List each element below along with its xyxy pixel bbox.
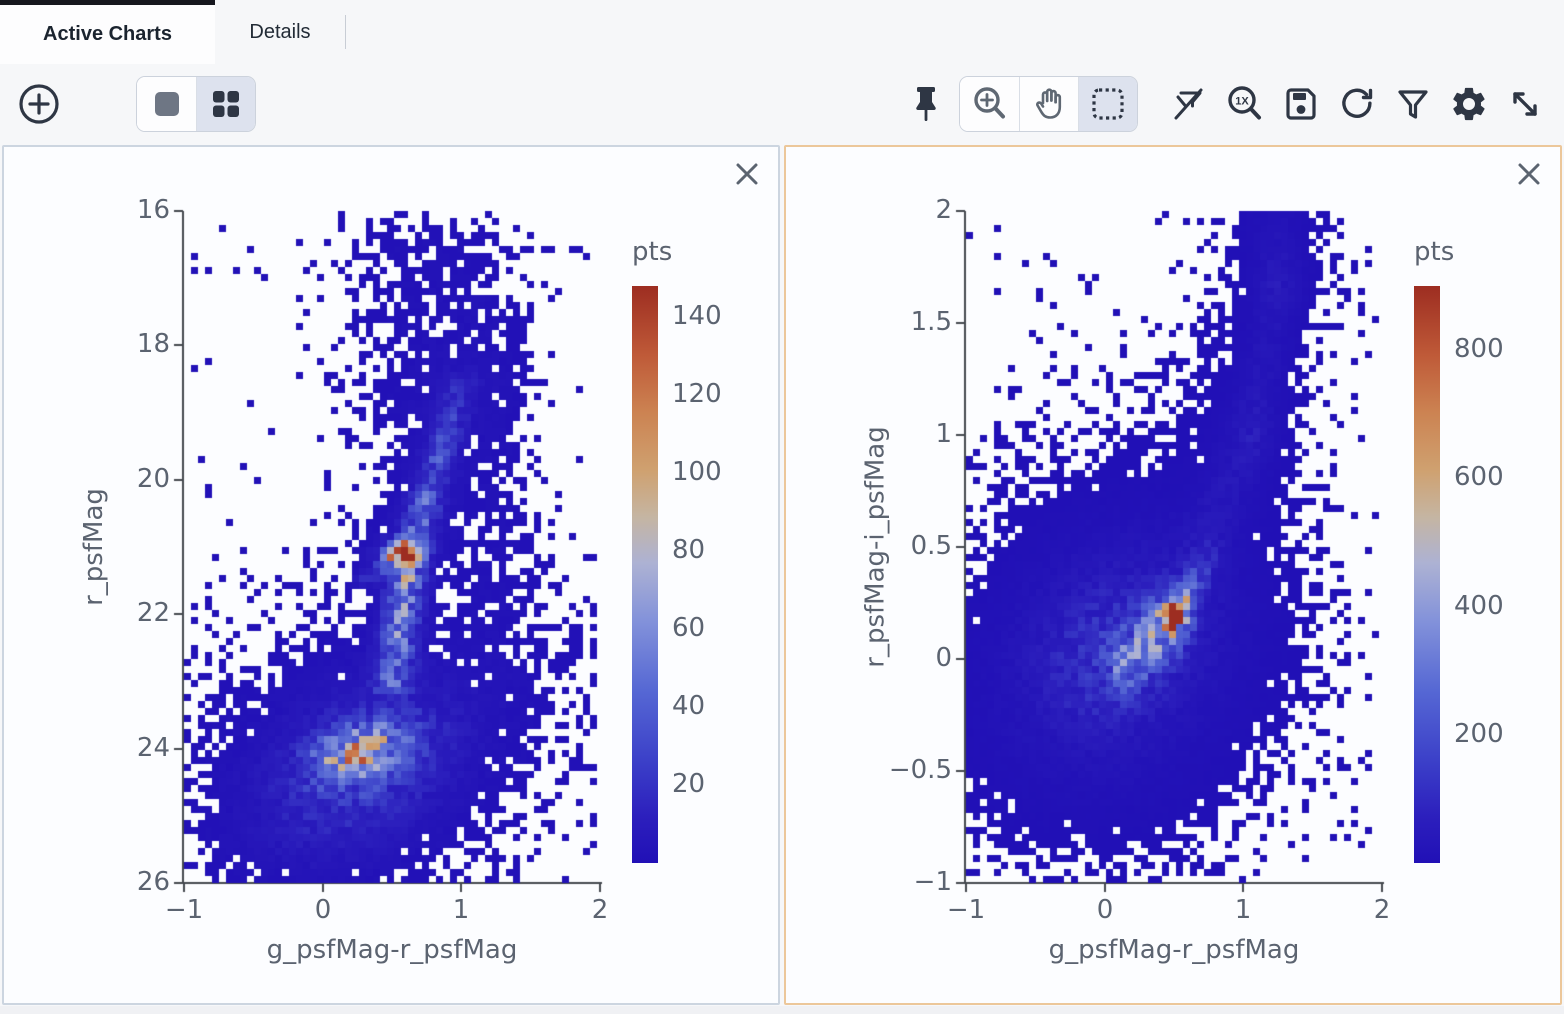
reset-button[interactable] (1334, 81, 1380, 127)
colorbar-tick-label: 120 (672, 379, 722, 409)
y-tick-label: 0.5 (862, 531, 952, 561)
colorbar-tick-label: 400 (1454, 591, 1504, 621)
box-select-button[interactable] (1078, 77, 1137, 131)
y-tick-label: 20 (80, 464, 170, 494)
toolbar: 1X (0, 64, 1564, 144)
bottom-strip (0, 1006, 1564, 1014)
filter-icon (1394, 84, 1432, 124)
layout-toggle-group (136, 76, 256, 132)
tab-details[interactable]: Details (215, 0, 345, 64)
colorbar-tick-label: 800 (1454, 334, 1504, 364)
y-tick-label: 18 (80, 329, 170, 359)
circle-plus-icon (18, 83, 60, 125)
tab-active-charts[interactable]: Active Charts (0, 0, 215, 64)
close-icon (733, 160, 761, 188)
x-tick-label: −1 (921, 895, 1011, 925)
chart-panel: r_psfMag-i_psfMag g_psfMag-r_psfMag pts … (784, 145, 1562, 1005)
toolbar-right: 1X (903, 76, 1548, 132)
colorbar (632, 286, 658, 863)
settings-icon (1449, 84, 1489, 124)
save-icon (1281, 84, 1321, 124)
y-tick-label: 2 (862, 195, 952, 225)
y-tick-label: −0.5 (862, 755, 952, 785)
y-tick-label: 1.5 (862, 307, 952, 337)
pan-button[interactable] (1019, 77, 1078, 131)
single-pane-button[interactable] (137, 77, 196, 131)
nav-tool-group (959, 76, 1138, 132)
x-tick-label: 0 (1060, 895, 1150, 925)
resize-diagonal-icon (1506, 85, 1544, 123)
x-tick-label: 0 (278, 895, 368, 925)
y-tick-label: 16 (80, 195, 170, 225)
resize-button[interactable] (1502, 81, 1548, 127)
colorbar-tick-label: 20 (672, 769, 705, 799)
x-axis-label: g_psfMag-r_psfMag (184, 935, 600, 965)
zoom-in-icon (971, 85, 1009, 123)
tab-separator (345, 15, 346, 49)
x-tick-label: 1 (1198, 895, 1288, 925)
colorbar-tick-label: 80 (672, 535, 705, 565)
colorbar (1414, 286, 1440, 863)
x-tick-label: −1 (139, 895, 229, 925)
x-tick-label: 2 (1337, 895, 1427, 925)
settings-button[interactable] (1446, 81, 1492, 127)
colorbar-tick-label: 60 (672, 613, 705, 643)
chart-panels: r_psfMag g_psfMag-r_psfMag pts 161820222… (2, 145, 1562, 1005)
colorbar-tick-label: 600 (1454, 462, 1504, 492)
save-button[interactable] (1278, 81, 1324, 127)
filter-button[interactable] (1390, 81, 1436, 127)
close-icon (1515, 160, 1543, 188)
zoom-reset-button[interactable]: 1X (1222, 81, 1268, 127)
y-axis-label: r_psfMag (79, 488, 109, 606)
colorbar-title: pts (1414, 237, 1454, 267)
y-tick-label: 26 (80, 867, 170, 897)
close-button[interactable] (730, 157, 764, 191)
colorbar-tick-label: 40 (672, 691, 705, 721)
chart-panel: r_psfMag g_psfMag-r_psfMag pts 161820222… (2, 145, 780, 1005)
filter-off-button[interactable] (1166, 81, 1212, 127)
pan-hand-icon (1030, 85, 1068, 123)
colorbar-tick-label: 100 (672, 457, 722, 487)
zoom-reset-1x-icon: 1X (1225, 84, 1265, 124)
single-pane-icon (152, 89, 182, 119)
colorbar-title: pts (632, 237, 672, 267)
y-tick-label: 24 (80, 733, 170, 763)
filter-off-icon (1169, 84, 1209, 124)
y-tick-label: 1 (862, 419, 952, 449)
close-button[interactable] (1512, 157, 1546, 191)
svg-text:1X: 1X (1235, 96, 1249, 108)
grid-view-button[interactable] (196, 77, 255, 131)
y-tick-label: −1 (862, 867, 952, 897)
x-tick-label: 2 (555, 895, 645, 925)
zoom-in-button[interactable] (960, 77, 1019, 131)
pin-button[interactable] (903, 81, 949, 127)
reset-icon (1337, 84, 1377, 124)
grid-2x2-icon (211, 89, 241, 119)
colorbar-tick-label: 140 (672, 301, 722, 331)
y-tick-label: 0 (862, 643, 952, 673)
y-tick-label: 22 (80, 598, 170, 628)
add-chart-button[interactable] (16, 81, 62, 127)
pin-icon (907, 84, 945, 124)
x-axis-label: g_psfMag-r_psfMag (966, 935, 1382, 965)
y-axis-label-wrap: r_psfMag (64, 211, 124, 883)
tab-bar: Active Charts Details (0, 0, 1564, 64)
x-tick-label: 1 (416, 895, 506, 925)
colorbar-tick-label: 200 (1454, 719, 1504, 749)
box-select-icon (1089, 85, 1127, 123)
